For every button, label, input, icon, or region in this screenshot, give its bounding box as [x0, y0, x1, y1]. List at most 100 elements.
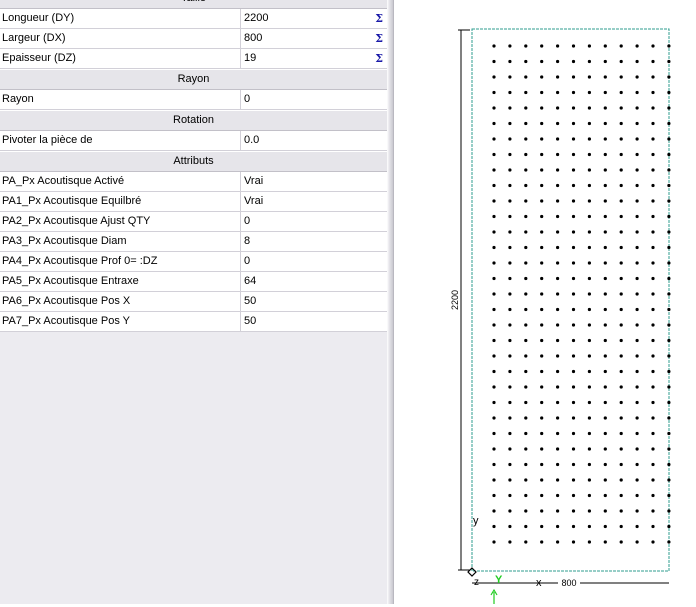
acoustic-hole: [651, 276, 655, 281]
acoustic-hole: [492, 292, 496, 296]
property-row-rotation[interactable]: Pivoter la pièce de 0.0: [0, 131, 387, 151]
property-row-attribute[interactable]: PA5_Px Acoutisque Entraxe 64: [0, 272, 387, 292]
property-value-field[interactable]: 8: [241, 232, 387, 251]
acoustic-hole: [556, 540, 560, 544]
property-value-field[interactable]: 19 Σ: [241, 49, 387, 68]
acoustic-hole: [492, 385, 496, 389]
property-value-field[interactable]: 64: [241, 272, 387, 291]
property-row-attribute[interactable]: PA6_Px Acoutisque Pos X 50: [0, 292, 387, 312]
acoustic-hole: [508, 292, 512, 296]
acoustic-hole: [571, 509, 576, 513]
acoustic-hole: [540, 493, 544, 498]
acoustic-hole: [556, 168, 560, 172]
property-row-dimension[interactable]: Epaisseur (DZ) 19 Σ: [0, 49, 387, 69]
acoustic-hole: [619, 462, 623, 467]
property-row-attribute[interactable]: PA_Px Acoutisque Activé Vrai: [0, 172, 387, 192]
property-value[interactable]: 50: [244, 312, 256, 331]
property-value-field[interactable]: 0.0: [241, 131, 387, 150]
property-label: Pivoter la pièce de: [0, 131, 241, 150]
property-row-attribute[interactable]: PA1_Px Acoutisque Equilbré Vrai: [0, 192, 387, 212]
property-value[interactable]: 800: [244, 29, 262, 48]
acoustic-hole: [492, 478, 496, 482]
acoustic-hole: [619, 90, 623, 95]
property-label: Largeur (DX): [0, 29, 241, 48]
acoustic-hole: [571, 106, 576, 110]
sigma-icon[interactable]: Σ: [375, 9, 387, 28]
acoustic-hole: [508, 261, 512, 265]
sigma-icon[interactable]: Σ: [375, 29, 387, 48]
property-value-field[interactable]: 0: [241, 90, 387, 109]
property-value[interactable]: Vrai: [244, 172, 263, 191]
acoustic-hole: [524, 152, 528, 157]
acoustic-hole: [571, 168, 576, 172]
acoustic-hole: [540, 245, 544, 250]
acoustic-hole: [603, 75, 607, 79]
acoustic-hole: [492, 183, 496, 188]
part-outline[interactable]: [471, 28, 670, 572]
acoustic-hole: [635, 59, 639, 64]
property-value-field[interactable]: Vrai: [241, 192, 387, 211]
acoustic-hole: [556, 462, 560, 467]
panel-splitter[interactable]: [387, 0, 394, 604]
acoustic-hole: [492, 230, 496, 234]
property-value-field[interactable]: 2200 Σ: [241, 9, 387, 28]
property-value[interactable]: 19: [244, 49, 256, 68]
acoustic-hole: [603, 121, 607, 126]
property-value[interactable]: 0: [244, 212, 250, 231]
acoustic-hole: [571, 338, 576, 343]
acoustic-hole: [603, 152, 607, 157]
property-value-field[interactable]: 50: [241, 292, 387, 311]
acoustic-hole: [556, 416, 560, 420]
property-value[interactable]: 64: [244, 272, 256, 291]
property-value[interactable]: 0.0: [244, 131, 259, 150]
drawing-canvas[interactable]: 2200 800 y z Y x: [394, 0, 696, 604]
property-value[interactable]: Vrai: [244, 192, 263, 211]
acoustic-hole: [524, 462, 528, 467]
property-value-field[interactable]: 0: [241, 252, 387, 271]
acoustic-hole: [524, 214, 528, 219]
property-row-dimension[interactable]: Longueur (DY) 2200 Σ: [0, 9, 387, 29]
acoustic-hole: [524, 168, 528, 172]
property-value[interactable]: 2200: [244, 9, 268, 28]
property-value[interactable]: 0: [244, 90, 250, 109]
acoustic-hole: [556, 75, 560, 79]
acoustic-hole: [508, 230, 512, 234]
acoustic-hole: [587, 75, 591, 79]
section-attributes-header[interactable]: Attributs: [0, 151, 387, 172]
acoustic-hole: [651, 493, 655, 498]
acoustic-hole: [508, 199, 512, 203]
property-value[interactable]: 50: [244, 292, 256, 311]
acoustic-hole: [635, 199, 639, 203]
sigma-icon[interactable]: Σ: [375, 49, 387, 68]
property-label: PA6_Px Acoutisque Pos X: [0, 292, 241, 311]
property-row-attribute[interactable]: PA2_Px Acoutisque Ajust QTY 0: [0, 212, 387, 232]
acoustic-hole: [587, 400, 591, 405]
acoustic-hole: [651, 75, 655, 79]
property-value-field[interactable]: 800 Σ: [241, 29, 387, 48]
section-rotation-header[interactable]: Rotation: [0, 110, 387, 131]
acoustic-hole: [603, 230, 607, 234]
acoustic-hole: [603, 261, 607, 265]
acoustic-hole: [524, 183, 528, 188]
acoustic-hole: [556, 292, 560, 296]
section-size-header[interactable]: Taille: [0, 0, 387, 9]
property-value-field[interactable]: Vrai: [241, 172, 387, 191]
acoustic-hole: [619, 137, 623, 141]
acoustic-hole: [524, 493, 528, 498]
property-row-attribute[interactable]: PA4_Px Acoutisque Prof 0= :DZ 0: [0, 252, 387, 272]
acoustic-hole: [571, 261, 576, 265]
property-value-field[interactable]: 0: [241, 212, 387, 231]
acoustic-hole: [492, 152, 496, 157]
property-row-attribute[interactable]: PA3_Px Acoutisque Diam 8: [0, 232, 387, 252]
property-row-dimension[interactable]: Largeur (DX) 800 Σ: [0, 29, 387, 49]
acoustic-hole: [619, 199, 623, 203]
property-label: Rayon: [0, 90, 241, 109]
property-value-field[interactable]: 50: [241, 312, 387, 331]
section-radius-header[interactable]: Rayon: [0, 69, 387, 90]
property-value[interactable]: 8: [244, 232, 250, 251]
property-value[interactable]: 0: [244, 252, 250, 271]
acoustic-hole: [603, 385, 607, 389]
property-row-attribute[interactable]: PA7_Px Acoutisque Pos Y 50: [0, 312, 387, 332]
acoustic-hole: [619, 152, 623, 157]
property-row-radius[interactable]: Rayon 0: [0, 90, 387, 110]
